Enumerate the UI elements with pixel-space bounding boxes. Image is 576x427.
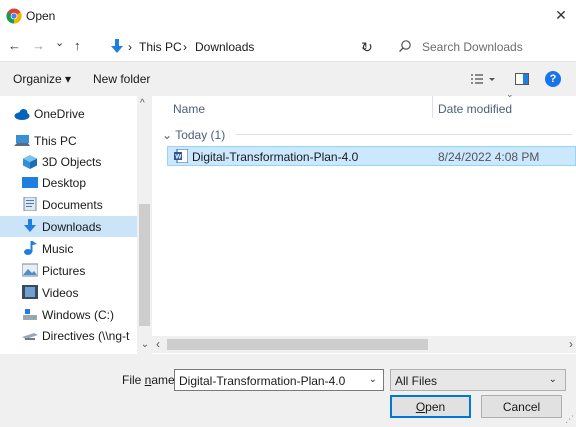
search-input[interactable] (422, 37, 567, 56)
refresh-button[interactable]: ↻ (352, 35, 382, 59)
column-divider[interactable] (432, 96, 433, 118)
file-name-value: Digital-Transformation-Plan-4.0 (179, 374, 346, 388)
forward-button[interactable]: → (32, 38, 45, 53)
sidebar-item-this-pc[interactable]: This PC (0, 130, 137, 151)
recent-locations-button[interactable]: ⌄ (55, 36, 64, 49)
address-bar[interactable]: › This PC › Downloads ⌄ (107, 35, 377, 59)
cancel-button[interactable]: Cancel (481, 395, 562, 418)
sidebar-item-label: This PC (34, 133, 77, 148)
address-segment-this-pc[interactable]: This PC (139, 40, 182, 54)
chevron-down-icon: ⌄ (162, 128, 173, 142)
sidebar-item-label: Music (42, 241, 74, 256)
organize-button[interactable]: Organize ▾ (13, 72, 71, 86)
command-toolbar: Organize ▾ New folder ? (0, 62, 576, 96)
search-box[interactable] (384, 35, 572, 59)
close-icon: ✕ (555, 7, 567, 23)
footer-panel: File name: Digital-Transformation-Plan-4… (0, 354, 576, 427)
sidebar-item-label: Videos (42, 285, 79, 300)
address-separator: › (183, 40, 187, 54)
sidebar-item-downloads[interactable]: Downloads (0, 216, 137, 237)
scroll-up-arrow-icon[interactable]: ^ (140, 98, 145, 109)
navigation-pane: OneDrive This PC 3D Objects Desktop Docu… (0, 96, 152, 354)
sidebar-item-label: Directives (\\ng-t (42, 328, 130, 343)
desktop-icon (22, 177, 38, 188)
sidebar-item-label: Desktop (42, 175, 87, 190)
network-drive-icon (22, 333, 38, 340)
group-divider (236, 134, 572, 135)
group-header-today[interactable]: ⌄ Today (1) (162, 128, 225, 142)
preview-pane-icon[interactable] (514, 71, 530, 87)
file-name-label: File name: (122, 373, 179, 387)
download-arrow-icon (24, 219, 36, 232)
content-horizontal-scrollbar[interactable]: ‹ › (153, 336, 576, 353)
scrollbar-thumb[interactable] (139, 204, 150, 326)
computer-icon (14, 135, 30, 146)
title-bar: Open ✕ (0, 0, 576, 31)
open-button[interactable]: Open (390, 395, 471, 418)
address-segment-downloads[interactable]: Downloads (195, 40, 254, 54)
pictures-icon (22, 263, 38, 277)
column-header-name[interactable]: Name (173, 102, 205, 116)
sidebar-item-directives[interactable]: Directives (\\ng-t (0, 325, 137, 346)
word-document-icon: W (174, 149, 188, 163)
sidebar-item-label: Documents (42, 197, 103, 212)
address-separator: › (128, 40, 132, 54)
drive-icon (23, 309, 37, 320)
file-type-dropdown[interactable]: All Files ⌄ (390, 369, 566, 391)
close-button[interactable]: ✕ (546, 0, 576, 31)
sidebar-item-music[interactable]: Music (0, 238, 137, 259)
up-button[interactable]: ↑ (74, 38, 81, 53)
scrollbar-thumb[interactable] (167, 339, 428, 350)
chevron-down-icon: ⌄ (140, 339, 150, 350)
column-header-date-modified[interactable]: Date modified (438, 102, 512, 116)
sidebar-scrollbar[interactable]: ^ (137, 96, 152, 354)
svg-text:W: W (175, 154, 182, 161)
chevron-down-icon: ⌄ (548, 374, 557, 385)
videos-icon (22, 285, 38, 299)
sort-indicator-icon: ⌄ (506, 89, 514, 99)
window-title: Open (26, 9, 56, 23)
file-name: Digital-Transformation-Plan-4.0 (192, 150, 359, 164)
chrome-icon (6, 8, 22, 24)
sidebar-item-windows-c[interactable]: Windows (C:) (0, 304, 137, 325)
help-button[interactable]: ? (545, 71, 561, 87)
sidebar-item-desktop[interactable]: Desktop (0, 172, 137, 193)
music-note-icon (24, 241, 37, 255)
sidebar-item-label: OneDrive (34, 106, 85, 121)
refresh-icon: ↻ (361, 38, 373, 55)
scroll-left-arrow-icon[interactable]: ‹ (156, 337, 160, 351)
sidebar-item-documents[interactable]: Documents (0, 194, 137, 215)
documents-icon (23, 197, 37, 211)
sidebar-item-label: Downloads (42, 219, 102, 234)
back-button[interactable]: ← (8, 38, 21, 53)
cloud-icon (14, 109, 30, 120)
sidebar-item-3d-objects[interactable]: 3D Objects (0, 151, 137, 172)
view-options-icon[interactable] (470, 71, 496, 87)
search-icon (399, 40, 411, 52)
scroll-right-arrow-icon[interactable]: › (569, 337, 573, 351)
help-icon: ? (549, 73, 557, 85)
file-type-value: All Files (395, 374, 438, 388)
group-label: Today (1) (175, 128, 226, 142)
sidebar-item-label: Windows (C:) (42, 307, 115, 322)
chevron-down-icon[interactable]: ⌄ (369, 374, 377, 385)
file-date-modified: 8/24/2022 4:08 PM (438, 150, 540, 164)
file-row[interactable]: W Digital-Transformation-Plan-4.0 8/24/2… (167, 146, 576, 166)
sidebar-item-label: 3D Objects (42, 154, 102, 169)
resize-grip-icon[interactable]: ⋰ (565, 414, 574, 425)
navigation-bar: ← → ⌄ ↑ › This PC › Downloads ⌄ ↻ (0, 31, 576, 61)
sidebar-item-pictures[interactable]: Pictures (0, 260, 137, 281)
cube-icon (23, 155, 37, 169)
sidebar-item-videos[interactable]: Videos (0, 282, 137, 303)
sidebar-item-onedrive[interactable]: OneDrive (0, 103, 137, 124)
new-folder-button[interactable]: New folder (93, 72, 150, 86)
sidebar-item-label: Pictures (42, 263, 86, 278)
scroll-down-button[interactable]: ⌄ (137, 336, 153, 353)
download-arrow-icon (111, 39, 123, 53)
file-name-field[interactable]: Digital-Transformation-Plan-4.0 ⌄ (174, 369, 384, 391)
